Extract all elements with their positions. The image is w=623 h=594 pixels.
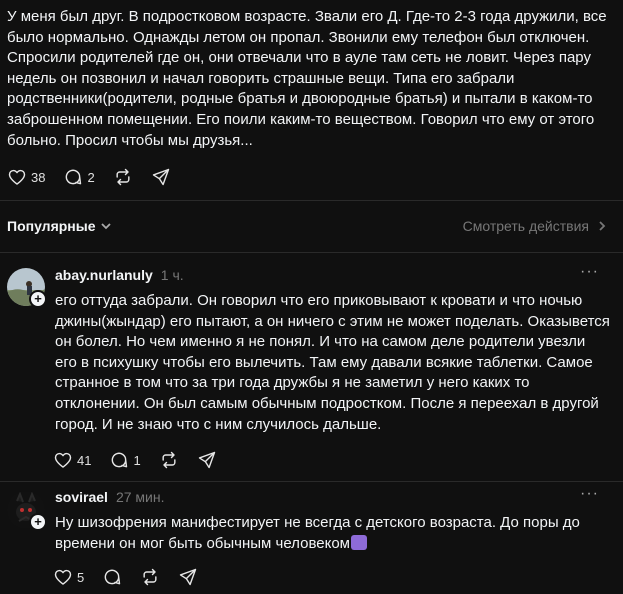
more-options-button[interactable]: ··· [580, 485, 599, 503]
like-count: 5 [77, 569, 85, 585]
divider [0, 200, 623, 201]
comment-time: 1 ч. [160, 267, 184, 283]
divider [0, 481, 623, 482]
view-actions-label: Смотреть действия [462, 218, 589, 234]
share-icon [198, 451, 215, 469]
repost-button[interactable] [159, 450, 179, 470]
comment-actions: 41 1 [53, 449, 235, 471]
reply-count: 1 [133, 452, 141, 468]
chevron-right-icon [599, 221, 606, 231]
view-actions-link[interactable]: Смотреть действия [463, 218, 607, 234]
sort-row: Популярные Смотреть действия [7, 216, 607, 236]
repost-button[interactable] [113, 167, 133, 187]
comment-header: sovirael 27 мин. [55, 489, 164, 505]
comment-header: abay.nurlanuly 1 ч. [55, 267, 184, 283]
reply-button[interactable] [102, 567, 122, 587]
reply-button[interactable]: 2 [63, 167, 95, 187]
sort-label: Популярные [7, 218, 96, 234]
heart-icon [8, 169, 26, 185]
repost-icon [116, 168, 130, 186]
comment-actions: 5 [53, 566, 216, 588]
follow-plus-button[interactable]: + [29, 513, 47, 531]
reply-button[interactable]: 1 [109, 450, 141, 470]
like-count: 38 [31, 169, 46, 185]
sort-dropdown[interactable]: Популярные [7, 218, 112, 234]
share-icon [152, 168, 169, 186]
chevron-down-icon [101, 223, 112, 230]
more-icon: ··· [580, 485, 599, 502]
heart-icon [54, 569, 72, 585]
comment-time: 27 мин. [115, 489, 165, 505]
comment-username[interactable]: abay.nurlanuly [55, 267, 153, 283]
follow-plus-button[interactable]: + [29, 290, 47, 308]
repost-icon [143, 568, 157, 586]
share-icon [180, 568, 197, 586]
reply-count: 2 [87, 169, 95, 185]
comment-text-wrap: Ну шизофрения манифестирует не всегда с … [55, 513, 610, 554]
share-button[interactable] [178, 567, 198, 587]
like-button[interactable]: 38 [7, 167, 45, 187]
like-button[interactable]: 41 [53, 450, 91, 470]
comment-icon [66, 169, 82, 185]
comment-icon [104, 569, 121, 585]
comment-text: Ну шизофрения манифестирует не всегда с … [55, 514, 580, 552]
post-actions: 38 2 [7, 166, 189, 188]
divider [0, 252, 623, 253]
repost-button[interactable] [140, 567, 160, 587]
heart-icon [54, 452, 72, 468]
share-button[interactable] [151, 167, 171, 187]
comment-icon [112, 452, 128, 468]
share-button[interactable] [197, 450, 217, 470]
comment-text: его оттуда забрали. Он говорил что его п… [55, 292, 610, 433]
post-text: У меня был друг. В подростковом возрасте… [7, 8, 607, 149]
more-icon: ··· [580, 263, 599, 280]
like-button[interactable]: 5 [53, 567, 84, 587]
repost-icon [162, 451, 176, 469]
comment-username[interactable]: sovirael [55, 489, 108, 505]
like-count: 41 [77, 452, 92, 468]
emoji-icon [350, 534, 367, 550]
more-options-button[interactable]: ··· [580, 263, 599, 281]
